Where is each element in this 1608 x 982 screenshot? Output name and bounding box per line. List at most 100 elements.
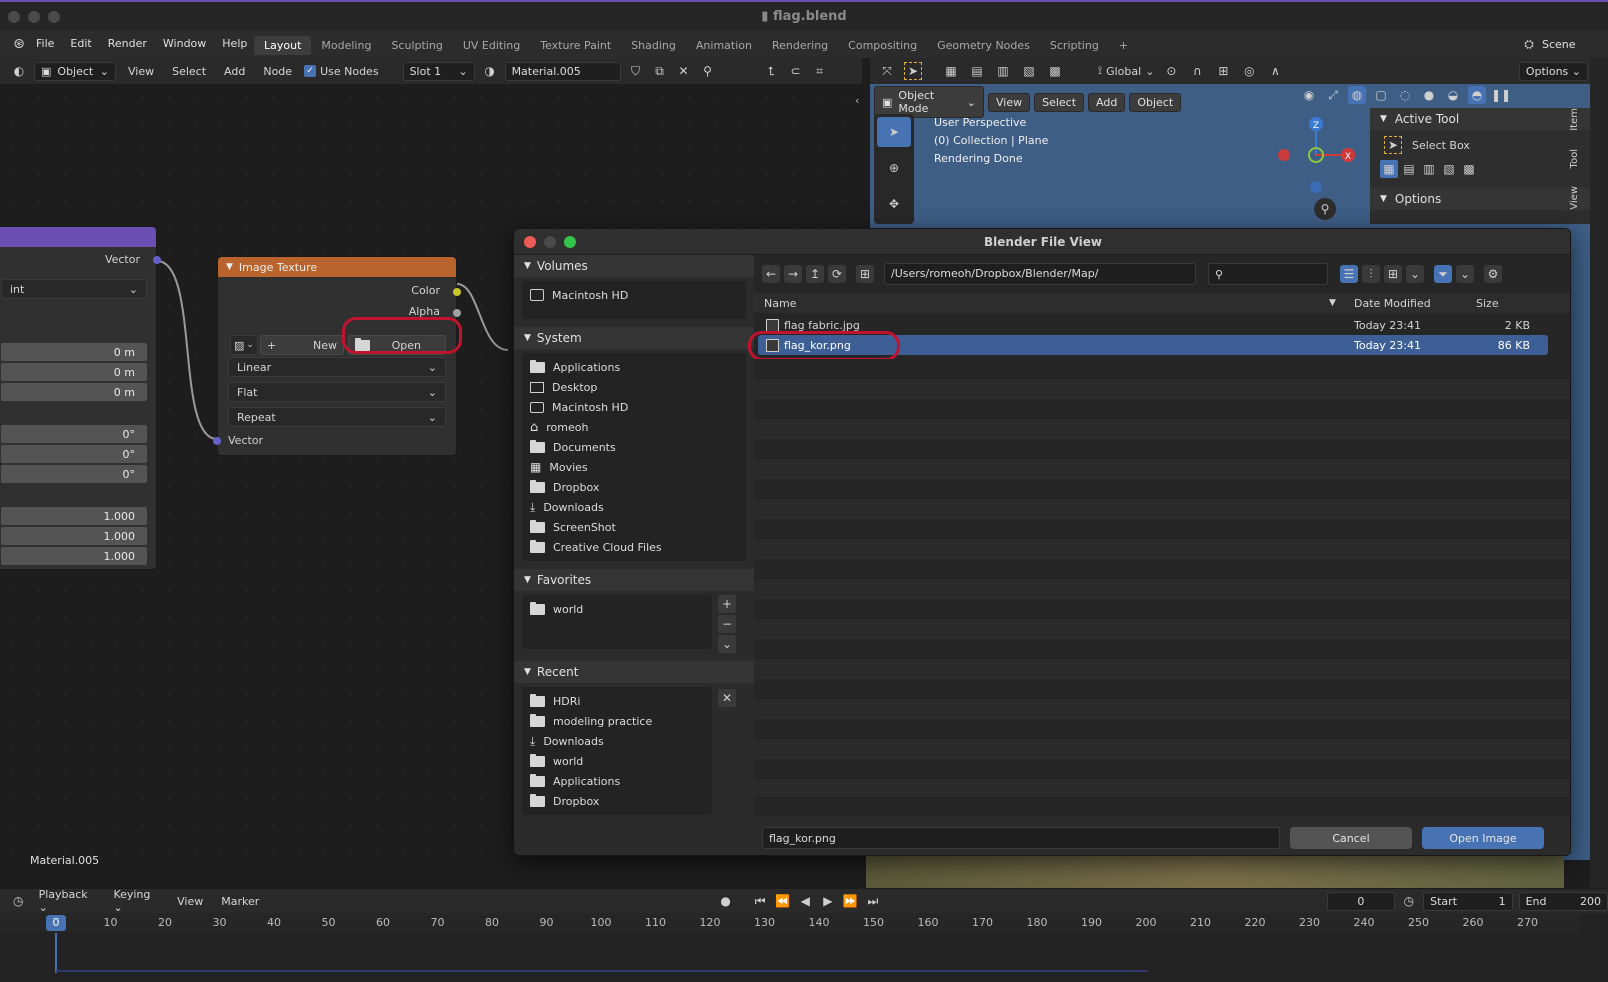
extension-dropdown[interactable]: Repeat ⌄ bbox=[228, 407, 446, 427]
recent-item-world[interactable]: world bbox=[522, 751, 712, 771]
system-item-documents[interactable]: Documents bbox=[522, 437, 746, 457]
wireframe-shading-icon[interactable]: ◌ bbox=[1396, 86, 1414, 104]
fake-user-shield-icon[interactable]: ⛉ bbox=[627, 62, 645, 80]
system-item-macintosh-hd[interactable]: Macintosh HD bbox=[522, 397, 746, 417]
timeline-menu-view[interactable]: View bbox=[171, 893, 209, 910]
timeline-menu-keying[interactable]: Keying ⌄ bbox=[107, 886, 165, 916]
pin-icon[interactable]: ⚲ bbox=[699, 62, 717, 80]
cancel-button[interactable]: Cancel bbox=[1290, 827, 1412, 849]
clear-recent-x-icon[interactable]: ✕ bbox=[718, 689, 736, 707]
system-item-desktop[interactable]: Desktop bbox=[522, 377, 746, 397]
rotation-z-field[interactable]: 0° bbox=[1, 465, 147, 483]
mode-set-icon[interactable]: ▦ bbox=[1380, 160, 1398, 178]
system-item-romeoh[interactable]: ⌂ romeoh bbox=[522, 417, 746, 437]
node-menu-add[interactable]: Add bbox=[218, 63, 251, 80]
node-menu-node[interactable]: Node bbox=[257, 63, 298, 80]
jump-keyframe-forward-icon[interactable]: ⏩ bbox=[842, 892, 859, 910]
system-item-creative-cloud-files[interactable]: Creative Cloud Files bbox=[522, 537, 746, 557]
pause-render-icon[interactable]: ❚❚ bbox=[1491, 86, 1511, 104]
scale-x-field[interactable]: 1.000 bbox=[1, 507, 147, 525]
viewport-menu-add[interactable]: Add bbox=[1088, 92, 1126, 112]
end-frame-field[interactable]: End 200 bbox=[1518, 891, 1608, 911]
editor-type-icon[interactable]: ◐ bbox=[10, 62, 28, 80]
forward-arrow-icon[interactable]: → bbox=[784, 265, 802, 283]
favorite-item-world[interactable]: world bbox=[522, 599, 712, 619]
add-workspace-icon[interactable]: + bbox=[1109, 36, 1138, 55]
add-favorite-plus-icon[interactable]: + bbox=[718, 595, 736, 613]
tab-animation[interactable]: Animation bbox=[686, 36, 762, 55]
unlink-x-icon[interactable]: ✕ bbox=[675, 62, 693, 80]
tab-sculpting[interactable]: Sculpting bbox=[381, 36, 452, 55]
zoom-magnifier-icon[interactable]: ⚲ bbox=[1314, 198, 1336, 220]
vector-output-socket[interactable] bbox=[153, 256, 161, 264]
node-menu-select[interactable]: Select bbox=[166, 63, 212, 80]
menu-help[interactable]: Help bbox=[214, 30, 255, 58]
color-output-socket[interactable] bbox=[453, 288, 461, 296]
remove-favorite-minus-icon[interactable]: − bbox=[718, 615, 736, 633]
projection-dropdown[interactable]: Flat ⌄ bbox=[228, 382, 446, 402]
active-tool-panel-header[interactable]: ▼ Active Tool bbox=[1370, 108, 1590, 130]
tab-compositing[interactable]: Compositing bbox=[838, 36, 927, 55]
play-icon[interactable]: ▶ bbox=[820, 892, 837, 910]
new-image-button[interactable]: + New bbox=[260, 335, 344, 355]
tab-texture-paint[interactable]: Texture Paint bbox=[530, 36, 621, 55]
column-date-modified[interactable]: Date Modified bbox=[1354, 297, 1431, 310]
system-item-downloads[interactable]: ⤓ Downloads bbox=[522, 497, 746, 517]
image-texture-node-header[interactable]: ▼ Image Texture bbox=[218, 257, 456, 277]
scale-y-field[interactable]: 1.000 bbox=[1, 527, 147, 545]
snap-magnet-icon[interactable]: ∩ bbox=[1188, 62, 1206, 80]
parent-node-icon[interactable]: ⮤ bbox=[763, 62, 781, 80]
viewport-menu-object[interactable]: Object bbox=[1129, 92, 1182, 112]
menu-edit[interactable]: Edit bbox=[62, 30, 99, 58]
transform-tool-icon[interactable]: ⤧ bbox=[878, 62, 896, 80]
system-item-screenshot[interactable]: ScreenShot bbox=[522, 517, 746, 537]
menu-file[interactable]: File bbox=[28, 30, 62, 58]
recent-item-dropbox[interactable]: Dropbox bbox=[522, 791, 712, 811]
volume-item-macintosh-hd[interactable]: Macintosh HD bbox=[522, 285, 746, 305]
object-type-dropdown[interactable]: ▣ Object ⌄ bbox=[34, 61, 116, 81]
vector-input-socket[interactable] bbox=[213, 437, 221, 445]
open-image-confirm-button[interactable]: Open Image bbox=[1422, 827, 1544, 849]
interpolation-dropdown[interactable]: Linear ⌄ bbox=[228, 357, 446, 377]
scene-selector[interactable]: ⛭ Scene bbox=[1520, 35, 1575, 53]
filename-search-input[interactable]: ⚲ bbox=[1208, 263, 1328, 285]
mode-extend-icon[interactable]: ▤ bbox=[1400, 160, 1418, 178]
location-y-field[interactable]: 0 m bbox=[1, 363, 147, 381]
gizmo-toggle-icon[interactable]: ⤢ bbox=[1324, 86, 1342, 104]
record-autokey-icon[interactable]: ● bbox=[717, 892, 734, 910]
snap-icon[interactable]: ⊂ bbox=[787, 62, 805, 80]
filter-settings-chevron-icon[interactable]: ⌄ bbox=[1456, 265, 1474, 283]
timeline-ruler[interactable]: 0 10 20 30 40 50 60 70 80 90 100 110 120 130 140 150 160… bbox=[0, 913, 1580, 933]
vertical-list-view-icon[interactable]: ☰ bbox=[1340, 265, 1358, 283]
visibility-eye-icon[interactable]: ◉ bbox=[1300, 86, 1318, 104]
tab-geometry-nodes[interactable]: Geometry Nodes bbox=[927, 36, 1040, 55]
overlays-icon[interactable]: ◍ bbox=[1348, 86, 1366, 104]
current-frame-field[interactable]: 0 bbox=[1327, 891, 1395, 911]
menu-window[interactable]: Window bbox=[155, 30, 214, 58]
options-panel-header[interactable]: ▼ Options bbox=[1370, 188, 1590, 210]
slot-dropdown[interactable]: Slot 1 ⌄ bbox=[402, 61, 475, 81]
system-item-movies[interactable]: ▦ Movies bbox=[522, 457, 746, 477]
rotation-x-field[interactable]: 0° bbox=[1, 425, 147, 443]
timeline-menu-playback[interactable]: Playback ⌄ bbox=[33, 886, 102, 916]
orientation-dropdown[interactable]: ⟟ Global ⌄ bbox=[1098, 64, 1154, 78]
location-x-field[interactable]: 0 m bbox=[1, 343, 147, 361]
tab-rendering[interactable]: Rendering bbox=[762, 36, 838, 55]
recent-header[interactable]: ▼ Recent bbox=[514, 661, 754, 683]
duplicate-icon[interactable]: ⧉ bbox=[651, 62, 669, 80]
material-name-field[interactable]: Material.005 bbox=[504, 61, 621, 81]
recent-item-hdri[interactable]: HDRi bbox=[522, 691, 712, 711]
options-dropdown[interactable]: Options ⌄ bbox=[1518, 61, 1588, 81]
use-nodes-checkbox[interactable]: ✓ Use Nodes bbox=[304, 65, 379, 78]
navigation-gizmo[interactable]: Z X bbox=[1268, 114, 1368, 194]
rendered-shading-icon[interactable]: ◓ bbox=[1468, 86, 1486, 104]
move-tool-icon[interactable]: ✥ bbox=[877, 189, 911, 219]
mode-subtract-icon[interactable]: ▥ bbox=[1420, 160, 1438, 178]
volumes-header[interactable]: ▼ Volumes bbox=[514, 255, 754, 277]
select-mode-extend-icon[interactable]: ▤ bbox=[968, 62, 986, 80]
settings-gear-icon[interactable]: ⚙ bbox=[1484, 265, 1502, 283]
solid-shading-icon[interactable]: ● bbox=[1420, 86, 1438, 104]
display-settings-chevron-icon[interactable]: ⌄ bbox=[1406, 265, 1424, 283]
select-mode-intersect-icon[interactable]: ▩ bbox=[1046, 62, 1064, 80]
column-size[interactable]: Size bbox=[1476, 297, 1499, 310]
